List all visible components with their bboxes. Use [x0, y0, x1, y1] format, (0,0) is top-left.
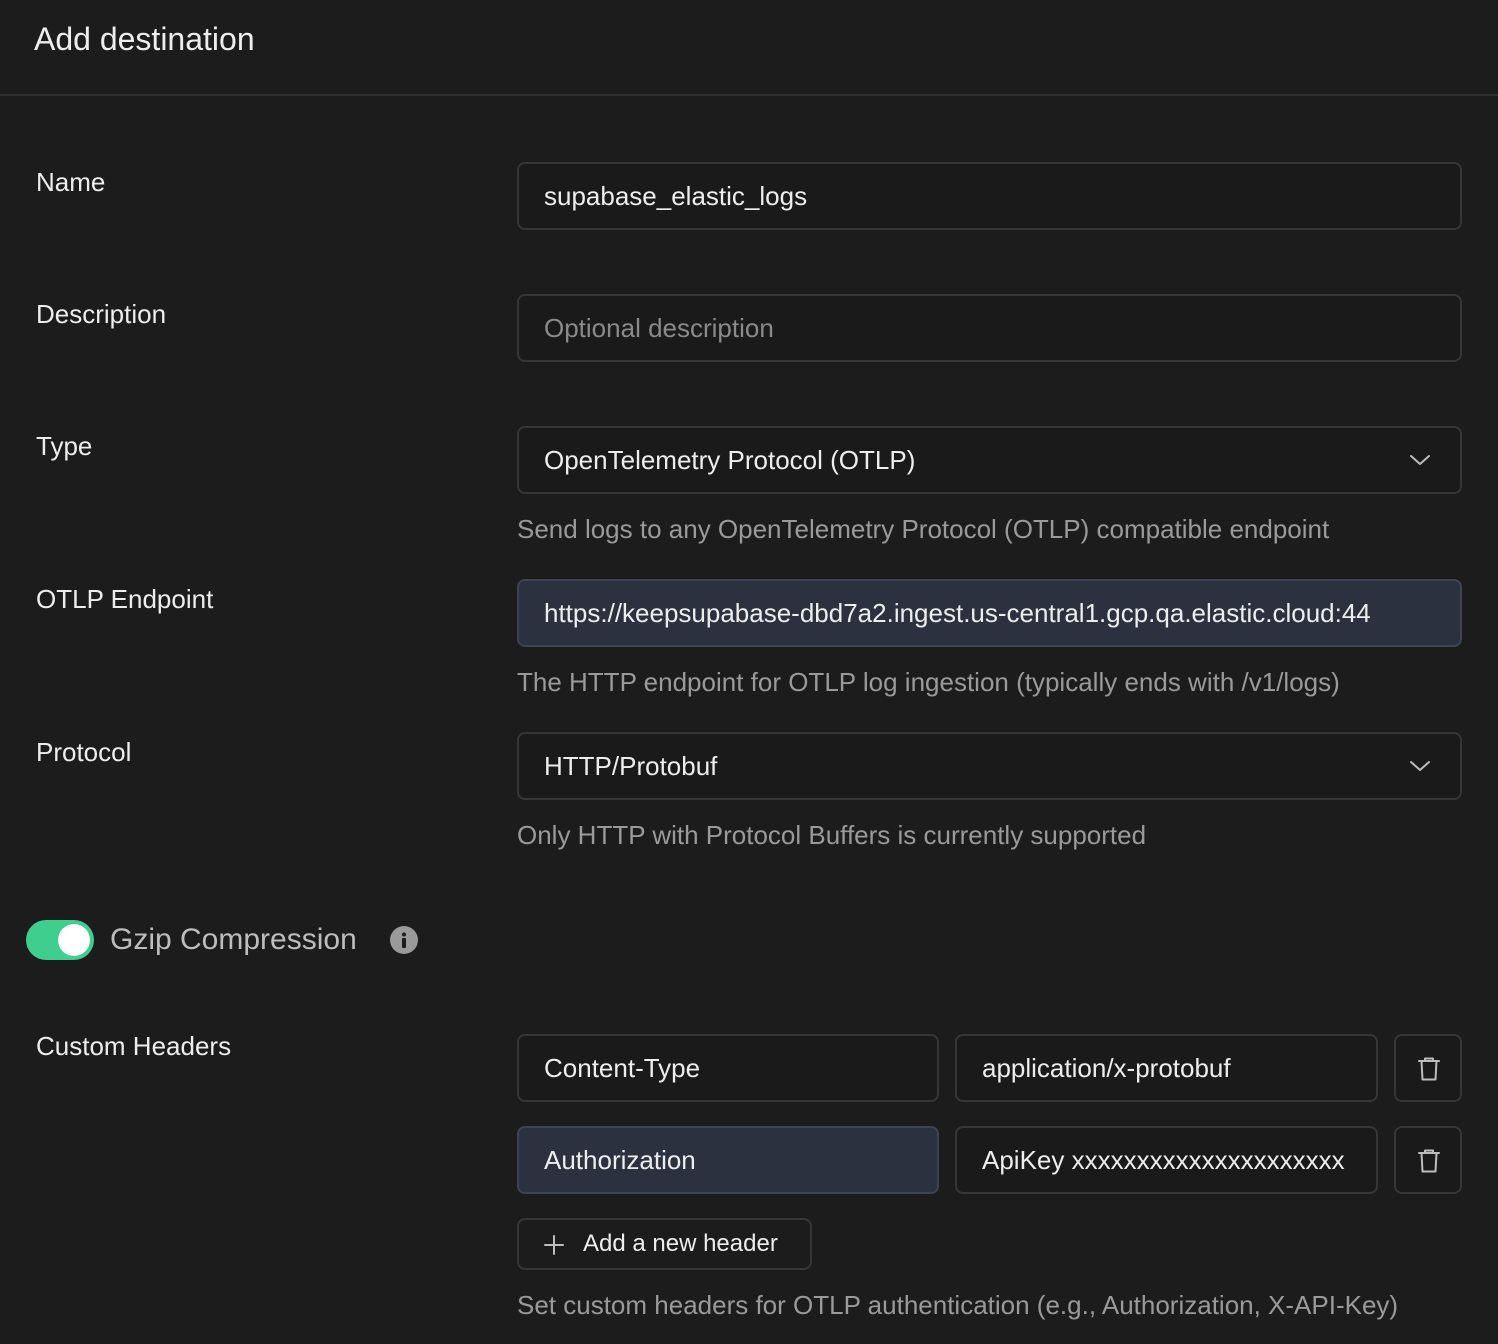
protocol-help-text: Only HTTP with Protocol Buffers is curre…: [517, 820, 1147, 850]
name-input-value: supabase_elastic_logs: [544, 181, 808, 211]
custom-headers-help-text: Set custom headers for OTLP authenticati…: [517, 1290, 1399, 1320]
add-header-label: Add a new header: [583, 1230, 778, 1257]
type-label: Type: [36, 431, 93, 461]
gzip-toggle[interactable]: [26, 920, 94, 960]
protocol-select-value: HTTP/Protobuf: [544, 751, 718, 781]
endpoint-input[interactable]: https://keepsupabase-dbd7a2.ingest.us-ce…: [517, 579, 1462, 647]
header-value-input[interactable]: ApiKey xxxxxxxxxxxxxxxxxxxxx: [955, 1126, 1378, 1194]
type-select[interactable]: OpenTelemetry Protocol (OTLP): [517, 426, 1462, 494]
info-icon[interactable]: [390, 926, 418, 954]
description-input-placeholder: Optional description: [544, 313, 774, 343]
type-help-text: Send logs to any OpenTelemetry Protocol …: [517, 514, 1330, 544]
gzip-label: Gzip Compression: [110, 923, 357, 956]
dialog-title: Add destination: [34, 21, 255, 57]
endpoint-label: OTLP Endpoint: [36, 584, 214, 614]
delete-header-button[interactable]: [1394, 1034, 1462, 1102]
name-label: Name: [36, 167, 106, 197]
protocol-select[interactable]: HTTP/Protobuf: [517, 732, 1462, 800]
header-value-input[interactable]: application/x-protobuf: [955, 1034, 1378, 1102]
header-key-input[interactable]: Authorization: [517, 1126, 939, 1194]
type-select-value: OpenTelemetry Protocol (OTLP): [544, 445, 916, 475]
chevron-down-icon: [1410, 455, 1430, 465]
description-label: Description: [36, 299, 167, 329]
name-input[interactable]: supabase_elastic_logs: [517, 162, 1462, 230]
endpoint-input-value: https://keepsupabase-dbd7a2.ingest.us-ce…: [544, 598, 1371, 628]
custom-headers-label: Custom Headers: [36, 1031, 232, 1061]
protocol-label: Protocol: [36, 737, 132, 767]
chevron-down-icon: [1410, 761, 1430, 771]
header-key-value: Authorization: [544, 1145, 696, 1175]
header-value-value: application/x-protobuf: [982, 1053, 1231, 1083]
trash-icon: [1418, 1149, 1440, 1173]
plus-icon: [544, 1235, 564, 1255]
description-input[interactable]: Optional description: [517, 294, 1462, 362]
header-key-value: Content-Type: [544, 1053, 701, 1083]
toggle-knob: [58, 924, 90, 956]
dialog-header: Add destination: [0, 0, 1498, 96]
add-header-button[interactable]: Add a new header: [517, 1218, 812, 1270]
endpoint-help-text: The HTTP endpoint for OTLP log ingestion…: [517, 667, 1340, 697]
header-key-input[interactable]: Content-Type: [517, 1034, 939, 1102]
trash-icon: [1418, 1057, 1440, 1081]
delete-header-button[interactable]: [1394, 1126, 1462, 1194]
header-value-value: ApiKey xxxxxxxxxxxxxxxxxxxxx: [982, 1145, 1345, 1175]
